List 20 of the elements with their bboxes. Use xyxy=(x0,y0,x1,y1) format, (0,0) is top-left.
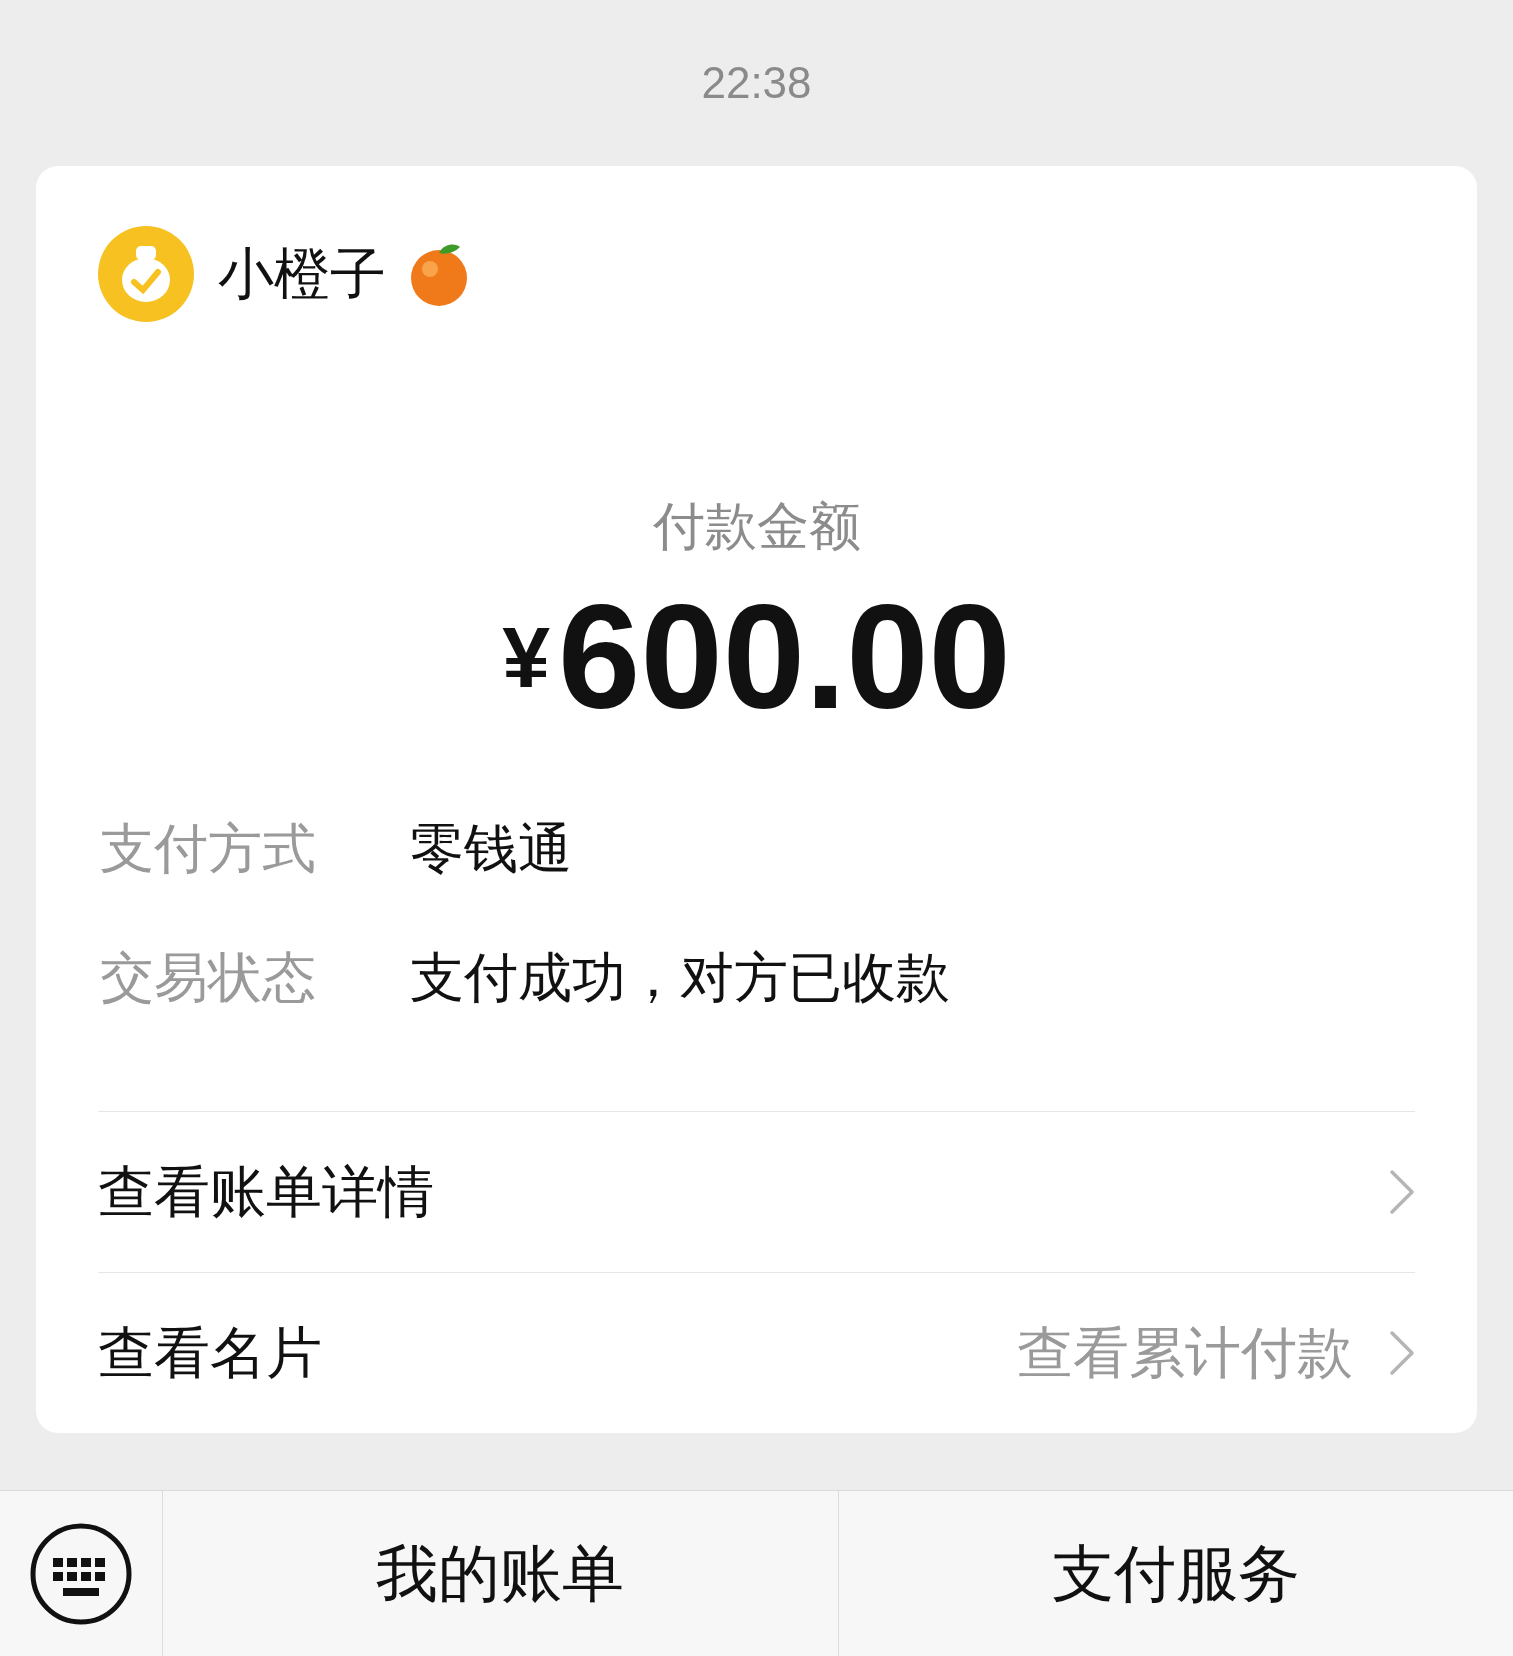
menu-button[interactable]: 支付服务 xyxy=(1051,1527,1300,1620)
link-label: 查看名片 xyxy=(98,1320,323,1386)
chevron-right-icon xyxy=(1389,1169,1415,1215)
wallet-logo-icon xyxy=(98,226,194,322)
amount-label: 付款金额 xyxy=(652,496,861,557)
link-label: 查看账单详情 xyxy=(98,1159,435,1225)
chevron-right-icon xyxy=(1389,1330,1415,1376)
payment-amount: 600.00 xyxy=(558,583,1011,731)
detail-value: 支付成功，对方已收款 xyxy=(410,950,950,1004)
card-link-row[interactable]: 查看名片 查看累计付款 xyxy=(98,1272,1415,1433)
currency-symbol: ¥ xyxy=(502,608,551,707)
detail-value: 零钱通 xyxy=(410,821,572,875)
merchant-name: 小橙子 xyxy=(218,241,386,307)
keyboard-icon[interactable] xyxy=(29,1521,133,1626)
link-hint: 查看累计付款 xyxy=(1017,1320,1353,1386)
message-time: 22:38 xyxy=(701,57,812,109)
detail-label: 交易状态 xyxy=(100,950,317,1004)
card-link-row[interactable]: 查看账单详情 xyxy=(98,1111,1415,1272)
detail-label: 支付方式 xyxy=(100,821,317,875)
menu-button[interactable]: 我的账单 xyxy=(376,1527,625,1620)
